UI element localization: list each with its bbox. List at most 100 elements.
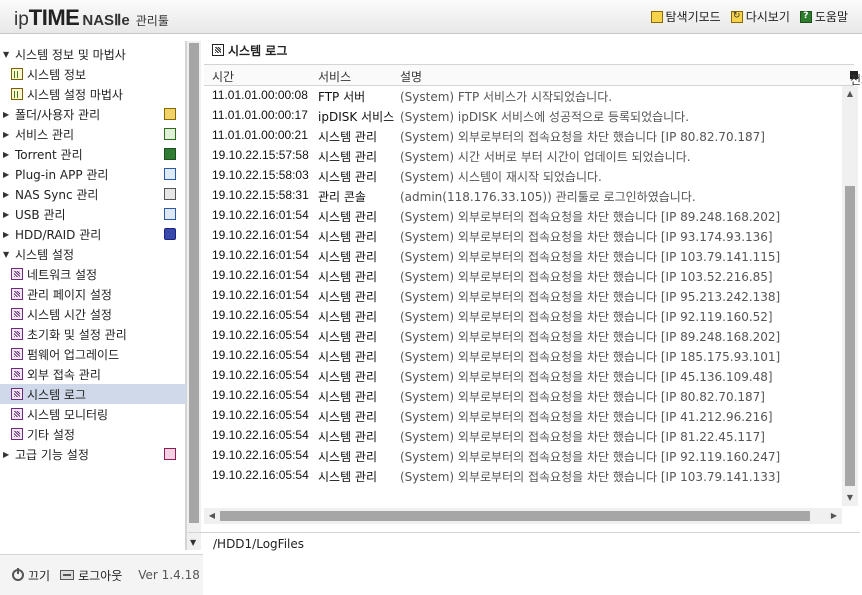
table-row[interactable]: 19.10.22.15:58:03 시스템 관리 (System) 시스템이 재시작… — [204, 166, 844, 186]
table-row[interactable]: 11.01.01.00:00:17 ipDISK 서비스 (System) ipDI… — [204, 106, 844, 126]
table-row[interactable]: 19.10.22.16:05:54 시스템 관리 (System) 외부로부터의 접… — [204, 386, 844, 406]
panel-title-text: 시스템 로그 — [228, 43, 288, 58]
sidebar-item[interactable]: ▶ HDD/RAID 관리 — [0, 224, 186, 244]
folder-icon — [164, 108, 176, 120]
column-header-description[interactable]: 설명 — [400, 68, 422, 85]
sidebar-item[interactable]: ▼ 시스템 설정 — [0, 244, 186, 264]
sidebar-item[interactable]: 시스템 설정 마법사 — [0, 84, 186, 104]
table-row[interactable]: 19.10.22.16:01:54 시스템 관리 (System) 외부로부터의 접… — [204, 226, 844, 246]
sidebar-item-label: 시스템 설정 — [15, 247, 75, 262]
logout-button[interactable]: 로그아웃 — [60, 567, 122, 584]
sidebar-item[interactable]: ▶ Torrent 관리 — [0, 144, 186, 164]
log-service-cell: 시스템 관리 — [318, 390, 378, 404]
sidebar-item[interactable]: ▼ 시스템 정보 및 마법사 — [0, 44, 186, 64]
sidebar-item[interactable]: 외부 접속 관리 — [0, 364, 186, 384]
sidebar-item-label: Plug-in APP 관리 — [15, 167, 109, 182]
table-row[interactable]: 19.10.22.16:05:54 시스템 관리 (System) 외부로부터의 접… — [204, 306, 844, 326]
scroll-down-arrow-icon[interactable]: ▼ — [842, 490, 858, 506]
help-icon: ? — [799, 10, 812, 23]
expand-right-arrow-icon[interactable]: ▶ — [3, 190, 11, 199]
table-row[interactable]: 19.10.22.16:05:54 시스템 관리 (System) 외부로부터의 접… — [204, 346, 844, 366]
sidebar-item[interactable]: ▶ NAS Sync 관리 — [0, 184, 186, 204]
table-row[interactable]: 11.01.01.00:00:08 FTP 서버 (System) FTP 서비스가… — [204, 86, 844, 106]
power-off-button[interactable]: 끄기 — [12, 567, 50, 584]
scroll-up-arrow-icon[interactable]: ▲ — [842, 86, 858, 102]
sidebar-item[interactable]: ▶ 고급 기능 설정 — [0, 444, 186, 464]
table-row[interactable]: 11.01.01.00:00:21 시스템 관리 (System) 외부로부터의 접… — [204, 126, 844, 146]
log-list: 11.01.01.00:00:08 FTP 서버 (System) FTP 서비스가… — [204, 86, 844, 506]
table-row[interactable]: 19.10.22.15:58:31 관리 콘솔 (admin(118.176.33.… — [204, 186, 844, 206]
table-row[interactable]: 19.10.22.16:01:54 시스템 관리 (System) 외부로부터의 접… — [204, 206, 844, 226]
sidebar-item[interactable]: 시스템 시간 설정 — [0, 304, 186, 324]
sidebar-item[interactable]: 관리 페이지 설정 — [0, 284, 186, 304]
log-description-cell: (System) 외부로부터의 접속요청을 차단 했습니다 [IP 103.79… — [400, 250, 781, 264]
table-row[interactable]: 19.10.22.16:01:54 시스템 관리 (System) 외부로부터의 접… — [204, 286, 844, 306]
log-horizontal-scrollbar[interactable]: ◀ ▶ — [204, 508, 842, 524]
sidebar-item[interactable]: 기타 설정 — [0, 424, 186, 444]
expand-right-arrow-icon[interactable]: ▶ — [3, 150, 11, 159]
log-service-cell: 시스템 관리 — [318, 170, 378, 184]
expand-right-arrow-icon[interactable]: ▶ — [3, 450, 11, 459]
expand-right-arrow-icon[interactable]: ▶ — [3, 230, 11, 239]
log-time-cell: 19.10.22.16:01:54 — [212, 288, 309, 302]
sidebar-item-label: NAS Sync 관리 — [15, 187, 99, 202]
log-service-cell: 시스템 관리 — [318, 450, 378, 464]
log-time-cell: 19.10.22.16:01:54 — [212, 208, 309, 222]
settings-grid-icon — [11, 328, 23, 340]
log-service-cell: 시스템 관리 — [318, 290, 378, 304]
sidebar-item[interactable]: ▶ 서비스 관리 — [0, 124, 186, 144]
log-service-cell: 관리 콘솔 — [318, 190, 366, 204]
log-description-cell: (System) 외부로부터의 접속요청을 차단 했습니다 [IP 81.22.… — [400, 430, 765, 444]
table-row[interactable]: 19.10.22.15:57:58 시스템 관리 (System) 시간 서버로 부… — [204, 146, 844, 166]
scroll-left-arrow-icon[interactable]: ◀ — [204, 508, 220, 524]
sidebar-item-label: 시스템 정보 — [27, 67, 87, 82]
expand-right-arrow-icon[interactable]: ▶ — [3, 130, 11, 139]
collapse-arrow-icon[interactable]: ▼ — [190, 538, 196, 547]
table-row[interactable]: 19.10.22.16:05:54 시스템 관리 (System) 외부로부터의 접… — [204, 426, 844, 446]
log-time-cell: 19.10.22.16:01:54 — [212, 228, 309, 242]
service-icon — [164, 128, 176, 140]
explorer-mode-button[interactable]: 탐색기모드 — [650, 8, 721, 25]
log-description-cell: (System) 외부로부터의 접속요청을 차단 했습니다 [IP 80.82.… — [400, 390, 765, 404]
log-horizontal-scrollbar-thumb[interactable] — [220, 511, 810, 521]
table-row[interactable]: 19.10.22.16:01:54 시스템 관리 (System) 외부로부터의 접… — [204, 246, 844, 266]
sidebar-item[interactable]: 초기화 및 설정 관리 — [0, 324, 186, 344]
version-label: Ver 1.4.18 — [138, 568, 200, 582]
usb-icon — [164, 208, 176, 220]
table-row[interactable]: 19.10.22.16:01:54 시스템 관리 (System) 외부로부터의 접… — [204, 266, 844, 286]
sidebar-item[interactable]: 네트워크 설정 — [0, 264, 186, 284]
logo-model: NASⅡe — [82, 12, 130, 29]
scroll-right-arrow-icon[interactable]: ▶ — [826, 508, 842, 524]
sidebar-scrollbar[interactable] — [186, 41, 201, 550]
table-row[interactable]: 19.10.22.16:05:54 시스템 관리 (System) 외부로부터의 접… — [204, 446, 844, 466]
log-time-cell: 19.10.22.16:05:54 — [212, 308, 309, 322]
sidebar-item[interactable]: 시스템 정보 — [0, 64, 186, 84]
log-vertical-scrollbar[interactable]: ▲ ▼ — [842, 86, 858, 506]
sidebar-item[interactable]: 펌웨어 업그레이드 — [0, 344, 186, 364]
column-header-service[interactable]: 서비스 — [318, 68, 351, 85]
log-description-cell: (System) 외부로부터의 접속요청을 차단 했습니다 [IP 41.212… — [400, 410, 773, 424]
sidebar-item[interactable]: ▶ 폴더/사용자 관리 — [0, 104, 186, 124]
sidebar-item[interactable]: ▶ USB 관리 — [0, 204, 186, 224]
table-row[interactable]: 19.10.22.16:05:54 시스템 관리 (System) 외부로부터의 접… — [204, 366, 844, 386]
expand-right-arrow-icon[interactable]: ▶ — [3, 110, 11, 119]
sidebar-scrollbar-thumb[interactable] — [189, 43, 199, 523]
table-row[interactable]: 19.10.22.16:05:54 시스템 관리 (System) 외부로부터의 접… — [204, 326, 844, 346]
sidebar-item[interactable]: 시스템 로그 — [0, 384, 186, 404]
expand-down-arrow-icon[interactable]: ▼ — [3, 50, 11, 59]
log-description-cell: (System) 외부로부터의 접속요청을 차단 했습니다 [IP 92.119… — [400, 450, 781, 464]
sidebar-item-label: Torrent 관리 — [15, 147, 83, 162]
help-button[interactable]: ? 도움말 — [799, 8, 848, 25]
log-service-cell: 시스템 관리 — [318, 230, 378, 244]
expand-down-arrow-icon[interactable]: ▼ — [3, 250, 11, 259]
table-row[interactable]: 19.10.22.16:05:54 시스템 관리 (System) 외부로부터의 접… — [204, 466, 844, 486]
log-vertical-scrollbar-thumb[interactable] — [845, 186, 855, 486]
refresh-button[interactable]: ↻ 다시보기 — [730, 8, 790, 25]
expand-right-arrow-icon[interactable]: ▶ — [3, 170, 11, 179]
sidebar-item[interactable]: 시스템 모니터링 — [0, 404, 186, 424]
table-row[interactable]: 19.10.22.16:05:54 시스템 관리 (System) 외부로부터의 접… — [204, 406, 844, 426]
expand-right-arrow-icon[interactable]: ▶ — [3, 210, 11, 219]
sidebar-item[interactable]: ▶ Plug-in APP 관리 — [0, 164, 186, 184]
sidebar-item-label: 펌웨어 업그레이드 — [27, 347, 120, 362]
column-header-time[interactable]: 시간 — [212, 68, 234, 85]
